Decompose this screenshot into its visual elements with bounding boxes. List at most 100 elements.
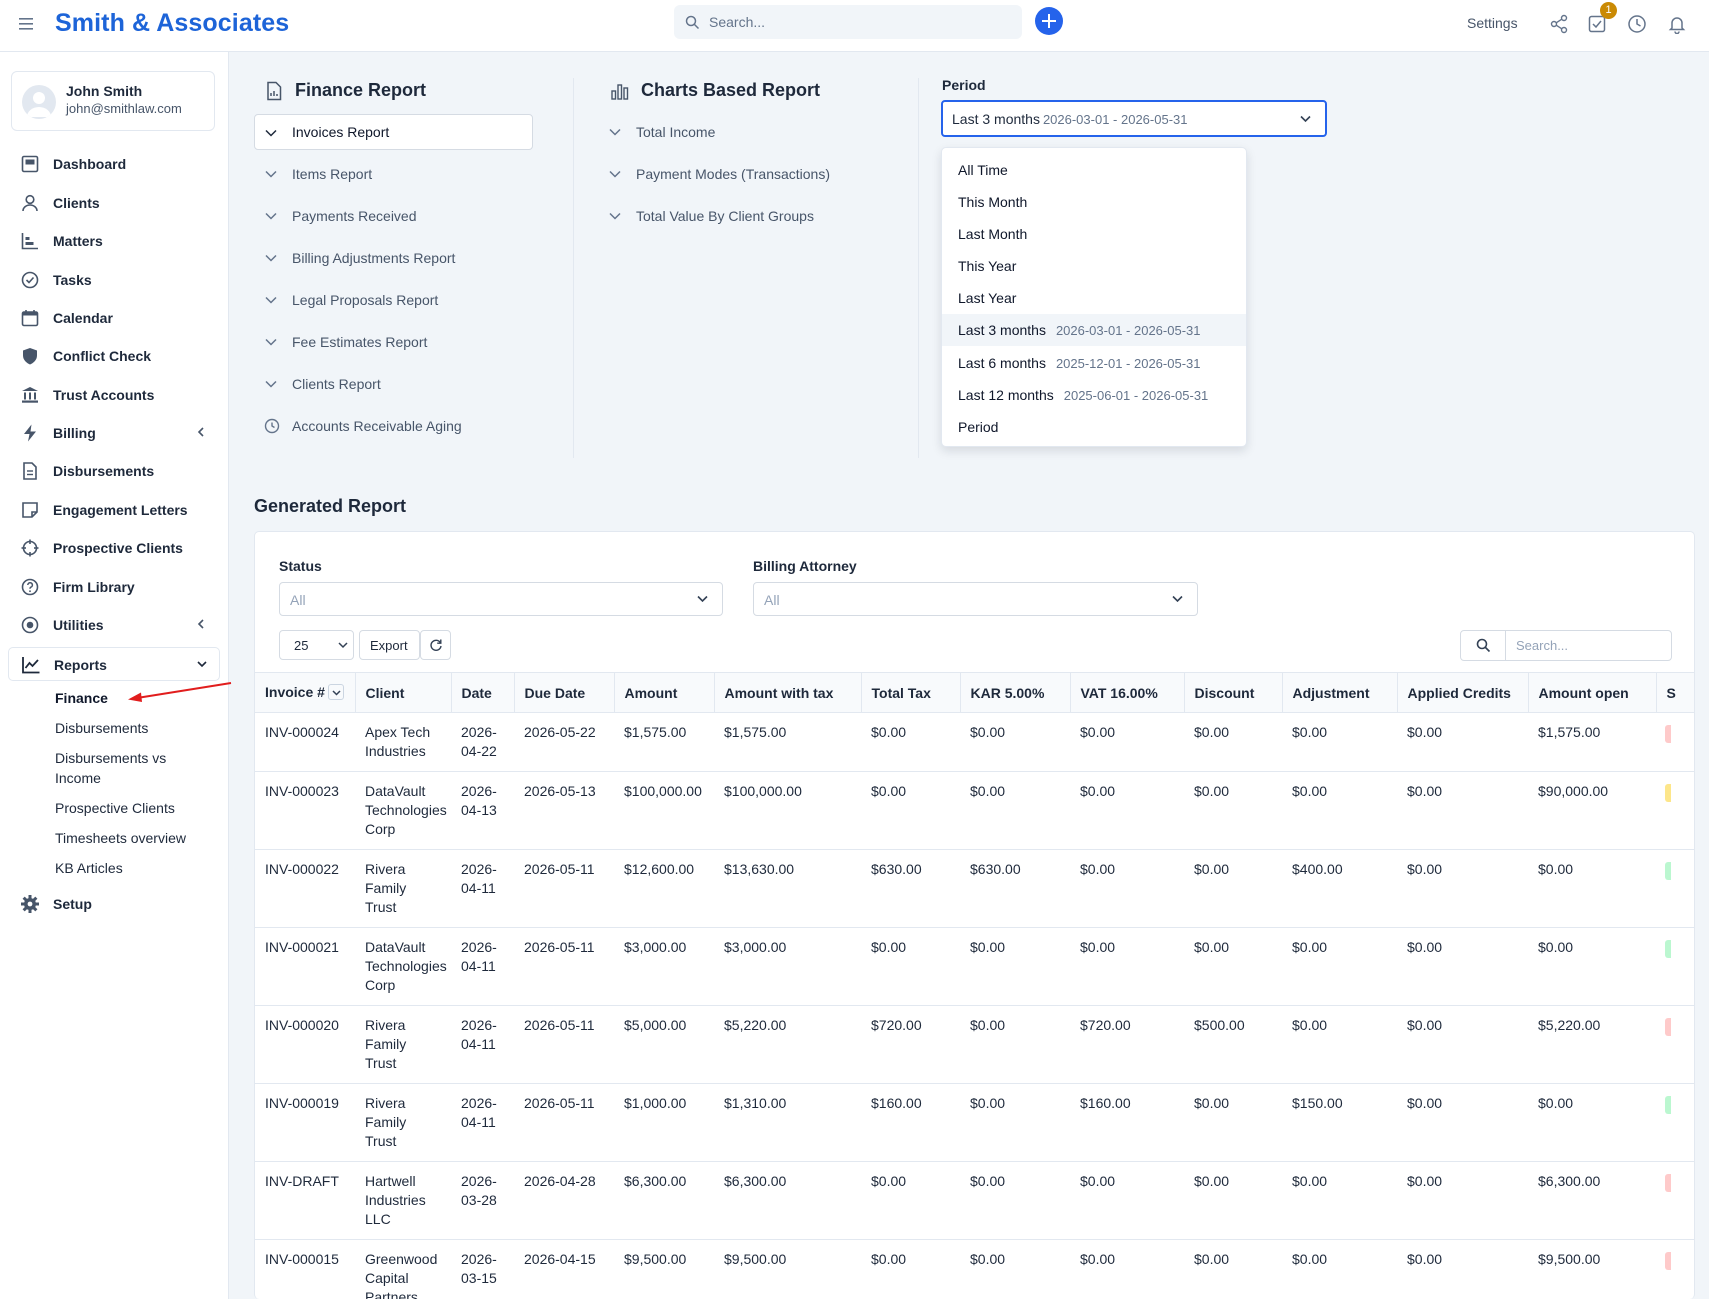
export-button[interactable]: Export bbox=[359, 630, 420, 660]
sidebar-sub-kb-articles[interactable]: KB Articles bbox=[55, 858, 123, 878]
sidebar-item-clients[interactable]: Clients bbox=[0, 185, 228, 221]
table-row[interactable]: INV-000021 DataVault Technologies Corp 202… bbox=[255, 927, 1694, 1006]
column-header-discount[interactable]: Discount bbox=[1184, 672, 1283, 713]
period-option-period[interactable]: Period bbox=[942, 411, 1246, 443]
table-cell: $0.00 bbox=[1397, 1083, 1528, 1162]
chart-report-total-value-by-client-groups[interactable]: Total Value By Client Groups bbox=[598, 198, 898, 234]
sidebar-item-setup[interactable]: Setup bbox=[0, 886, 228, 922]
finance-report-payments-received[interactable]: Payments Received bbox=[254, 198, 533, 234]
sidebar-item-billing[interactable]: Billing bbox=[0, 415, 228, 451]
sidebar-sub-disbursements-vs-income[interactable]: Disbursements vs Income bbox=[55, 748, 205, 788]
column-header-date[interactable]: Date bbox=[451, 672, 515, 713]
clock-icon[interactable] bbox=[1627, 14, 1647, 34]
sidebar-item-trust-accounts[interactable]: Trust Accounts bbox=[0, 377, 228, 413]
sidebar-sub-prospective-clients[interactable]: Prospective Clients bbox=[55, 798, 175, 818]
table-cell: 2026-04-11 bbox=[451, 849, 514, 928]
sidebar-item-reports[interactable]: Reports bbox=[8, 647, 220, 681]
share-icon[interactable] bbox=[1549, 14, 1569, 34]
period-option-all-time[interactable]: All Time bbox=[942, 154, 1246, 186]
settings-link[interactable]: Settings bbox=[1467, 15, 1518, 31]
search-button[interactable] bbox=[1461, 631, 1506, 660]
sidebar-sub-finance[interactable]: Finance bbox=[55, 688, 108, 708]
table-row[interactable]: INV-000015 Greenwood Capital Partners 2026… bbox=[255, 1239, 1694, 1299]
sidebar-item-firm-library[interactable]: Firm Library bbox=[0, 569, 228, 605]
menu-icon[interactable] bbox=[19, 17, 35, 31]
brand-logo[interactable]: Smith & Associates bbox=[55, 9, 289, 38]
table-cell[interactable]: INV-000024 bbox=[255, 712, 355, 772]
bell-icon[interactable] bbox=[1667, 14, 1687, 34]
check-circle-icon bbox=[20, 270, 40, 290]
table-row[interactable]: INV-000022 Rivera Family Trust 2026-04-11 2… bbox=[255, 849, 1694, 928]
sidebar-sub-timesheets-overview[interactable]: Timesheets overview bbox=[55, 828, 186, 848]
table-cell[interactable]: INV-DRAFT bbox=[255, 1161, 355, 1240]
column-header-amount[interactable]: Amount bbox=[614, 672, 715, 713]
table-cell[interactable]: INV-000020 bbox=[255, 1005, 355, 1084]
table-cell[interactable]: INV-000023 bbox=[255, 771, 355, 850]
sidebar-item-label: Dashboard bbox=[53, 156, 127, 172]
table-cell: $5,000.00 bbox=[614, 1005, 714, 1084]
period-option-last-6-months[interactable]: Last 6 months 2025-12-01 - 2026-05-31 bbox=[942, 347, 1246, 379]
sidebar-item-prospective-clients[interactable]: Prospective Clients bbox=[0, 530, 228, 566]
period-select[interactable]: Last 3 months 2026-03-01 - 2026-05-31 bbox=[941, 100, 1327, 137]
finance-report-clients-report[interactable]: Clients Report bbox=[254, 366, 533, 402]
period-option-label: All Time bbox=[958, 162, 1008, 178]
table-row[interactable]: INV-DRAFT Hartwell Industries LLC 2026-03-… bbox=[255, 1161, 1694, 1240]
column-header-due-date[interactable]: Due Date bbox=[514, 672, 615, 713]
table-cell: $0.00 bbox=[861, 712, 960, 772]
billing-attorney-select[interactable]: All bbox=[753, 582, 1198, 616]
period-option-last-month[interactable]: Last Month bbox=[942, 218, 1246, 250]
table-row[interactable]: INV-000023 DataVault Technologies Corp 202… bbox=[255, 771, 1694, 850]
column-header-applied-credits[interactable]: Applied Credits bbox=[1397, 672, 1529, 713]
global-search-input[interactable]: Search... bbox=[674, 5, 1022, 39]
column-header-amount-with-tax[interactable]: Amount with tax bbox=[714, 672, 862, 713]
sidebar-item-matters[interactable]: Matters bbox=[0, 223, 228, 259]
chart-report-total-income[interactable]: Total Income bbox=[598, 114, 898, 150]
sidebar-item-disbursements[interactable]: Disbursements bbox=[0, 453, 228, 489]
sidebar-item-engagement-letters[interactable]: Engagement Letters bbox=[0, 492, 228, 528]
column-header-amount-open[interactable]: Amount open bbox=[1528, 672, 1657, 713]
user-card[interactable]: John Smith john@smithlaw.com bbox=[11, 71, 215, 131]
period-label: Period bbox=[942, 77, 986, 93]
status-filter-select[interactable]: All bbox=[279, 582, 723, 616]
sidebar-item-conflict-check[interactable]: Conflict Check bbox=[0, 338, 228, 374]
finance-report-legal-proposals-report[interactable]: Legal Proposals Report bbox=[254, 282, 533, 318]
chart-report-payment-modes-transactions[interactable]: Payment Modes (Transactions) bbox=[598, 156, 898, 192]
table-row[interactable]: INV-000019 Rivera Family Trust 2026-04-11 2… bbox=[255, 1083, 1694, 1162]
period-option-last-12-months[interactable]: Last 12 months 2025-06-01 - 2026-05-31 bbox=[942, 379, 1246, 411]
search-placeholder: Search... bbox=[709, 14, 766, 30]
page-size-select[interactable]: 25 bbox=[279, 630, 354, 660]
refresh-button[interactable] bbox=[420, 630, 451, 660]
sort-chevron-icon[interactable] bbox=[327, 684, 344, 701]
finance-report-fee-estimates-report[interactable]: Fee Estimates Report bbox=[254, 324, 533, 360]
period-option-this-year[interactable]: This Year bbox=[942, 250, 1246, 282]
table-row[interactable]: INV-000024 Apex Tech Industries 2026-04-22… bbox=[255, 712, 1694, 772]
finance-report-items-report[interactable]: Items Report bbox=[254, 156, 533, 192]
sidebar-item-tasks[interactable]: Tasks bbox=[0, 262, 228, 298]
table-cell[interactable]: INV-000022 bbox=[255, 849, 355, 928]
sidebar-sub-disbursements[interactable]: Disbursements bbox=[55, 718, 148, 738]
finance-report-accounts-receivable-aging[interactable]: Accounts Receivable Aging bbox=[254, 408, 533, 444]
column-header-vat-16-00[interactable]: VAT 16.00% bbox=[1070, 672, 1185, 713]
column-header-kar-5-00[interactable]: KAR 5.00% bbox=[960, 672, 1071, 713]
column-header-label: Discount bbox=[1194, 684, 1255, 701]
column-header-s[interactable]: S bbox=[1656, 672, 1694, 713]
sidebar-item-calendar[interactable]: Calendar bbox=[0, 300, 228, 336]
finance-report-invoices-report[interactable]: Invoices Report bbox=[254, 114, 533, 150]
table-cell[interactable]: INV-000019 bbox=[255, 1083, 355, 1162]
billing-attorney-label: Billing Attorney bbox=[753, 558, 857, 574]
table-cell[interactable]: INV-000015 bbox=[255, 1239, 355, 1299]
column-header-client[interactable]: Client bbox=[355, 672, 452, 713]
column-header-adjustment[interactable]: Adjustment bbox=[1282, 672, 1398, 713]
table-cell[interactable]: INV-000021 bbox=[255, 927, 355, 1006]
sidebar-item-dashboard[interactable]: Dashboard bbox=[0, 146, 228, 182]
column-header-invoice[interactable]: Invoice # bbox=[255, 672, 356, 713]
sidebar-item-utilities[interactable]: Utilities bbox=[0, 607, 228, 643]
finance-report-billing-adjustments-report[interactable]: Billing Adjustments Report bbox=[254, 240, 533, 276]
period-option-last-3-months[interactable]: Last 3 months 2026-03-01 - 2026-05-31 bbox=[942, 314, 1246, 346]
quick-add-button[interactable] bbox=[1035, 7, 1063, 35]
period-option-last-year[interactable]: Last Year bbox=[942, 282, 1246, 314]
table-row[interactable]: INV-000020 Rivera Family Trust 2026-04-11 2… bbox=[255, 1005, 1694, 1084]
period-option-this-month[interactable]: This Month bbox=[942, 186, 1246, 218]
column-header-total-tax[interactable]: Total Tax bbox=[861, 672, 961, 713]
table-search-input[interactable]: Search... bbox=[1460, 630, 1672, 661]
